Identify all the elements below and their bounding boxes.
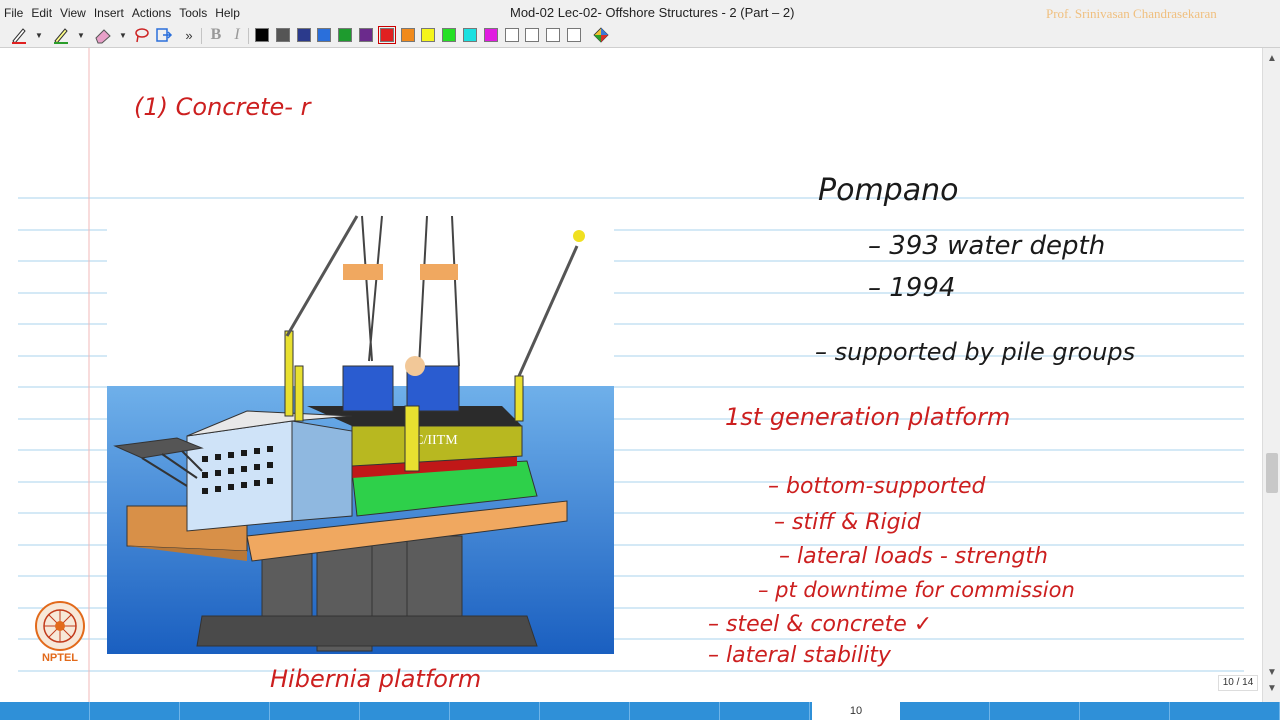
color-swatch[interactable] [504, 28, 519, 42]
page-canvas: SC/IITM (1) Concrete- r Hibernia platfor… [18, 48, 1244, 702]
menu-view[interactable]: View [56, 4, 90, 22]
color-swatch[interactable] [546, 28, 561, 42]
note-concrete: (1) Concrete- r [134, 93, 313, 121]
status-segment [630, 702, 720, 720]
color-swatch[interactable] [525, 28, 540, 42]
scrollbar-thumb[interactable] [1266, 453, 1278, 493]
menu-insert[interactable]: Insert [90, 4, 128, 22]
note-first-generation: 1st generation platform [725, 403, 1010, 431]
insert-space-button[interactable] [154, 26, 174, 44]
note-bullet-1: – bottom-supported [768, 474, 987, 499]
vertical-scrollbar[interactable]: ▲ ▼ ▼ [1262, 48, 1280, 702]
note-bullet-3: – lateral loads - strength [779, 544, 1048, 569]
toolbar: ▼ ▼ ▼ » B I [0, 24, 1280, 46]
menu-file[interactable]: File [0, 4, 27, 22]
status-segment [720, 702, 810, 720]
italic-button[interactable]: I [229, 26, 245, 44]
page-indicator: 10 / 14 [1218, 675, 1258, 691]
status-segment [540, 702, 630, 720]
status-segment [360, 702, 450, 720]
title-and-toolbar: File Edit View Insert Actions Tools Help… [0, 0, 1280, 48]
bold-button[interactable]: B [208, 26, 224, 44]
eraser-icon [95, 29, 111, 44]
color-swatch[interactable] [296, 28, 311, 42]
color-swatch[interactable] [567, 28, 581, 42]
status-segment [90, 702, 180, 720]
highlighter-icon [54, 28, 68, 44]
toolbar-separator [201, 28, 202, 44]
menubar: File Edit View Insert Actions Tools Help [0, 4, 244, 22]
toolbar-separator [248, 28, 249, 44]
menu-help[interactable]: Help [211, 4, 244, 22]
menu-edit[interactable]: Edit [27, 4, 56, 22]
note-water-depth: – 393 water depth [868, 231, 1105, 261]
color-swatch[interactable] [442, 28, 457, 42]
lasso-select-button[interactable] [132, 26, 152, 44]
nptel-emblem-icon [35, 601, 85, 651]
pen-tool-button[interactable] [8, 26, 30, 44]
color-swatch[interactable] [359, 28, 373, 42]
color-swatch[interactable] [255, 28, 269, 42]
pen-dropdown-chevron-down-icon[interactable]: ▼ [33, 26, 45, 44]
eraser-dropdown-chevron-down-icon[interactable]: ▼ [117, 26, 129, 44]
scroll-end-chevron-down-icon[interactable]: ▼ [1263, 682, 1280, 696]
presenter-watermark: Prof. Srinivasan Chandrasekaran [1046, 6, 1217, 21]
notebook-page[interactable]: SC/IITM (1) Concrete- r Hibernia platfor… [18, 48, 1244, 702]
status-segment [0, 702, 90, 720]
color-swatch[interactable] [377, 26, 396, 44]
status-segment [450, 702, 540, 720]
note-pile-groups: – supported by pile groups [815, 338, 1135, 366]
highlighter-tool-button[interactable] [50, 26, 72, 44]
color-swatch[interactable] [338, 28, 353, 42]
status-segment [990, 702, 1080, 720]
highlighter-dropdown-chevron-down-icon[interactable]: ▼ [75, 26, 87, 44]
nptel-logo: NPTEL [32, 600, 88, 670]
nptel-logo-text: NPTEL [41, 652, 79, 664]
note-bullet-6: – lateral stability [708, 643, 892, 668]
status-segment [900, 702, 990, 720]
menu-actions[interactable]: Actions [128, 4, 175, 22]
menu-tools[interactable]: Tools [175, 4, 211, 22]
page-number: 10 [812, 702, 900, 720]
color-swatch[interactable] [421, 28, 436, 42]
status-segment [180, 702, 270, 720]
lasso-icon [135, 28, 149, 43]
note-bullet-2: – stiff & Rigid [774, 510, 922, 535]
note-year: – 1994 [868, 273, 955, 303]
note-bullet-4: – pt downtime for commission [758, 578, 1075, 602]
window-title: Mod-02 Lec-02- Offshore Structures - 2 (… [510, 5, 795, 20]
color-swatch[interactable] [400, 28, 415, 42]
note-bullet-5: – steel & concrete ✓ [708, 612, 932, 637]
note-hibernia-caption: Hibernia platform [270, 665, 481, 693]
scroll-down-chevron-down-icon[interactable]: ▼ [1263, 666, 1280, 680]
color-swatch[interactable] [483, 28, 498, 42]
color-picker-button[interactable] [591, 26, 611, 44]
scroll-up-chevron-up-icon[interactable]: ▲ [1263, 52, 1280, 66]
color-swatch[interactable] [463, 28, 477, 42]
note-pompano: Pompano [818, 173, 958, 208]
insert-space-icon [156, 28, 173, 42]
eraser-tool-button[interactable] [92, 26, 114, 44]
status-segment [1170, 702, 1280, 720]
color-swatch[interactable] [275, 28, 290, 42]
hibernia-platform-image: SC/IITM [107, 215, 614, 654]
status-segment [1080, 702, 1170, 720]
status-segment [270, 702, 360, 720]
toolbar-overflow-button[interactable]: » [182, 26, 196, 44]
status-bar [0, 702, 1280, 720]
palette-icon [593, 27, 609, 43]
pen-icon [12, 28, 26, 44]
color-swatch[interactable] [317, 28, 332, 42]
